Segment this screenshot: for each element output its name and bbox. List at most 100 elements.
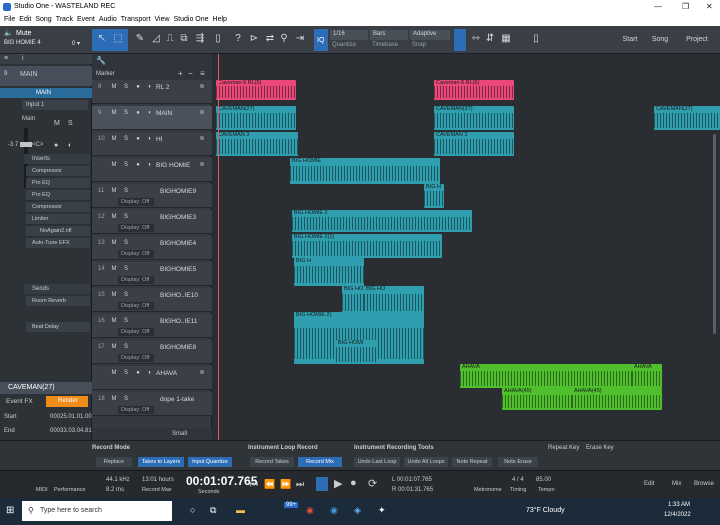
event-fx-label[interactable]: Event FX [6, 398, 33, 405]
track-monitor-icon[interactable]: ◐ [146, 83, 154, 91]
track-name[interactable]: BIGHOMIE9 [160, 188, 196, 195]
track-monitor-icon[interactable]: ◐ [146, 161, 154, 169]
track-mute-button[interactable]: M [110, 161, 118, 169]
track-mute-button[interactable]: M [110, 83, 118, 91]
zoom-tool-icon[interactable]: ⚲ [278, 33, 290, 45]
audio-event[interactable]: CAVEMAN(27) [434, 106, 514, 130]
time-display[interactable]: 00:01:07.765 [186, 474, 257, 488]
track-record-icon[interactable]: ● [134, 369, 142, 377]
track-automation-icon[interactable]: ≋ [198, 109, 206, 117]
sends-header[interactable]: Sends [24, 284, 90, 294]
record-mix-button[interactable]: Record Mix [298, 457, 342, 467]
mute-tool-icon[interactable]: ▯ [212, 33, 224, 45]
quantize-select[interactable]: 1/16 [330, 30, 368, 40]
send-slot[interactable]: Beat Delay [26, 322, 90, 333]
track-solo-button[interactable]: S [122, 83, 130, 91]
track-solo-button[interactable]: S [122, 369, 130, 377]
audio-event[interactable]: CAVEMAN(27) [216, 106, 296, 130]
wrench-icon[interactable]: 🔧 [96, 56, 106, 65]
track-row[interactable]: 8 M S ● ◐ RL 2 ≋ [92, 80, 212, 104]
add-marker-icon[interactable]: + [178, 69, 183, 78]
audio-event[interactable]: AHAVA [632, 364, 662, 388]
track-mute-button[interactable]: M [110, 239, 118, 247]
track-solo-button[interactable]: S [122, 317, 130, 325]
clock-date[interactable]: 12/4/2022 [664, 512, 691, 518]
audio-event[interactable]: Caveman 6 RL(6) [434, 80, 514, 100]
track-display-select[interactable]: Display: Off [118, 276, 154, 284]
track-name[interactable]: MAIN [156, 110, 172, 117]
menu-track[interactable]: Track [56, 16, 73, 23]
track-name[interactable]: dope 1-take [160, 396, 194, 403]
audio-event[interactable]: Caveman 6 RL(5) [216, 80, 296, 100]
track-record-icon[interactable]: ● [134, 161, 142, 169]
track-row[interactable]: 13 M S BIGHOMIE4 Display: Off [92, 236, 212, 260]
audio-event[interactable]: CAVEMAN 3 [434, 132, 514, 156]
cortana-icon[interactable]: ○ [190, 505, 195, 515]
track-mute-button[interactable]: M [110, 213, 118, 221]
track-automation-icon[interactable]: ≋ [198, 83, 206, 91]
menu-help[interactable]: Help [213, 16, 227, 23]
track-solo-button[interactable]: S [122, 265, 130, 273]
track-mute-button[interactable]: M [110, 109, 118, 117]
note-erase-button[interactable]: Note Erase [498, 457, 538, 467]
grid-icon[interactable]: ▦ [500, 33, 512, 45]
fast-forward-icon[interactable]: ⏩ [280, 479, 291, 490]
insert-slot[interactable]: Compressor [26, 166, 90, 177]
inserts-header[interactable]: Inserts [24, 154, 90, 164]
start-button[interactable]: Start [618, 32, 642, 48]
menu-event[interactable]: Event [77, 16, 95, 23]
marker-menu-icon[interactable]: ≡ [200, 69, 205, 78]
track-solo-button[interactable]: S [122, 135, 130, 143]
windows-start-icon[interactable]: ⊞ [6, 505, 14, 516]
audio-event[interactable]: BIG H [294, 258, 364, 286]
rewind-start-icon[interactable]: ⏮ [250, 479, 258, 490]
insert-slot[interactable]: Limiter [26, 214, 90, 225]
track-solo-button[interactable]: S [122, 109, 130, 117]
fader-handle[interactable] [20, 142, 32, 147]
track-solo-button[interactable]: S [122, 239, 130, 247]
menu-studio-one[interactable]: Studio One [174, 16, 209, 23]
audio-event[interactable]: CAVEMAN 3 [216, 132, 298, 156]
track-row[interactable]: M S ● ◐ BIG HOMIE ≋ [92, 158, 212, 182]
track-display-select[interactable]: Display: Off [118, 354, 154, 362]
track-name[interactable]: BIGHOMIE3 [160, 214, 196, 221]
time-signature[interactable]: 4 / 4 [512, 477, 524, 483]
split-at-cursor-icon[interactable]: ⇥ [294, 33, 306, 45]
autoscroll-icon[interactable]: ⇵ [484, 33, 496, 45]
track-solo-button[interactable]: S [122, 343, 130, 351]
minimize-icon[interactable]: — [654, 2, 662, 11]
track-row[interactable]: 17 M S BIGHOMIE8 Display: Off [92, 340, 212, 364]
loop-button[interactable] [316, 477, 328, 491]
track-name[interactable]: BIGHO..IE10 [160, 292, 198, 299]
insert-slot[interactable]: NoAgain2.nfl [26, 226, 90, 237]
taskbar-search-box[interactable]: ⚲ Type here to search [22, 501, 172, 521]
track-display-select[interactable]: Display: Off [118, 250, 154, 258]
undo-last-loop-button[interactable]: Undo Last Loop [354, 457, 400, 467]
project-button[interactable]: Project [682, 32, 712, 48]
audio-event[interactable]: AHAVA [460, 364, 638, 388]
track-volume[interactable]: 0 ▾ [72, 40, 80, 47]
track-solo-button[interactable]: S [122, 213, 130, 221]
track-row[interactable]: 11 M S BIGHOMIE9 Display: Off [92, 184, 212, 208]
send-slot[interactable]: Room Reverb [26, 296, 90, 307]
insert-slot[interactable]: Pro EQ [26, 190, 90, 201]
channel-name[interactable]: MAIN [20, 71, 38, 78]
track-solo-button[interactable]: S [122, 161, 130, 169]
track-mute-button[interactable]: M [110, 265, 118, 273]
solo-button[interactable]: S [68, 120, 73, 127]
track-solo-button[interactable]: S [122, 291, 130, 299]
glue-tool-icon[interactable]: ⧉ [178, 33, 190, 45]
track-row[interactable]: 15 M S BIGHO..IE10 Display: Off [92, 288, 212, 312]
track-automation-icon[interactable]: ≋ [198, 161, 206, 169]
render-button[interactable]: Render [46, 396, 88, 407]
record-takes-button[interactable]: Record Takes [250, 457, 294, 467]
audio-event[interactable]: AHAVA(45) [572, 388, 662, 410]
track-display-select[interactable]: Display: Off [118, 406, 154, 414]
inspector-toggle-icon[interactable]: ≡ [4, 55, 8, 62]
audio-event[interactable]: BIG HOMIE 2 [292, 210, 472, 232]
studio-one-icon[interactable]: ◈ [354, 505, 361, 516]
input-select[interactable]: Input 1 [22, 100, 88, 110]
track-size-select[interactable]: Small [172, 431, 187, 437]
remove-marker-icon[interactable]: − [188, 69, 193, 78]
eraser-tool-icon[interactable]: ◿ [150, 33, 162, 45]
